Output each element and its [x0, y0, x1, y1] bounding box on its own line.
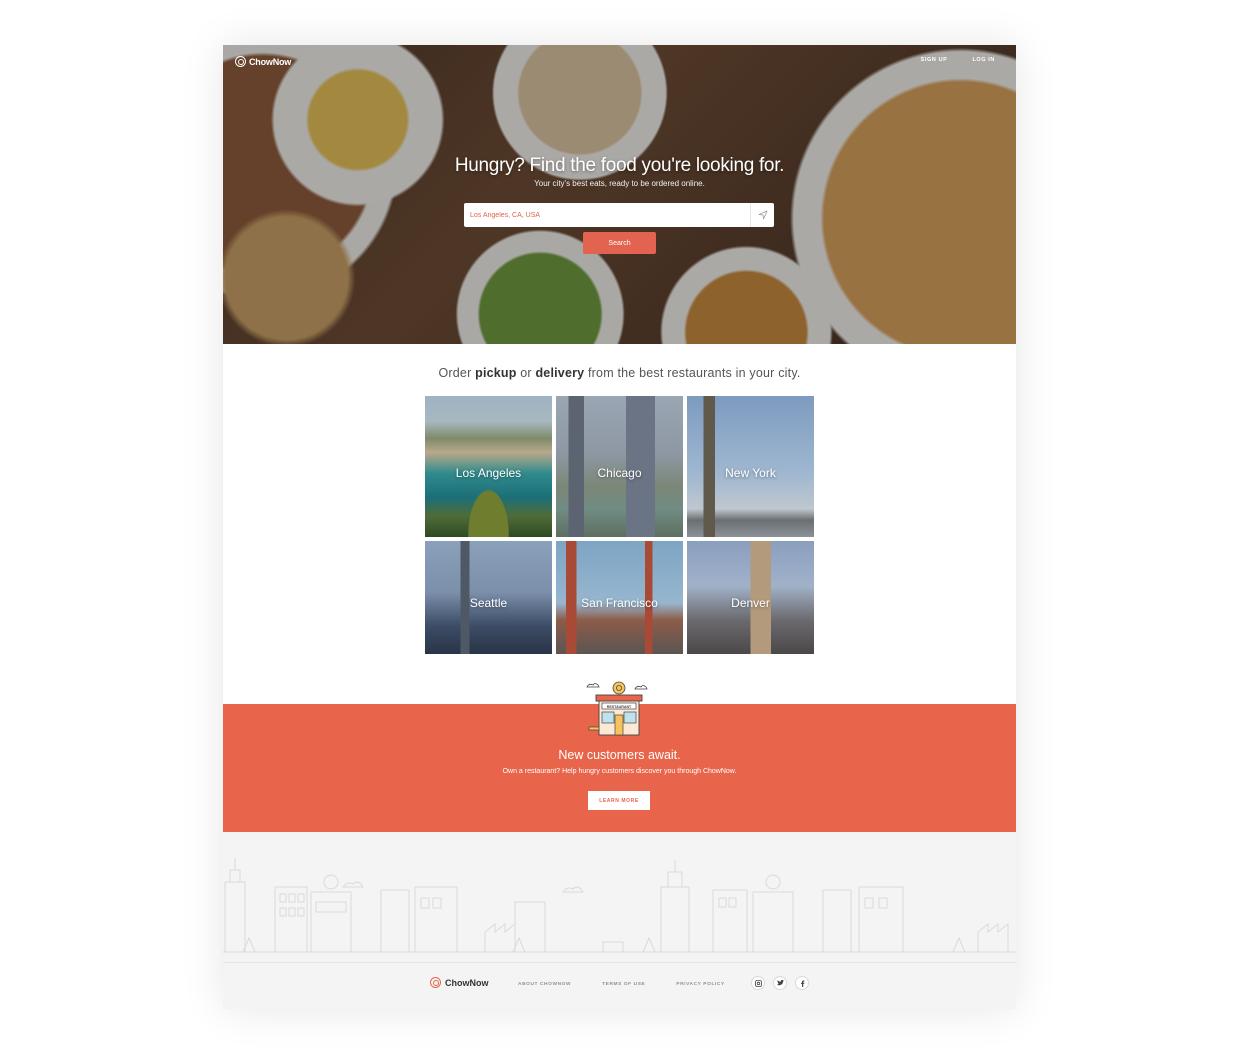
footer-links: ABOUT CHOWNOW TERMS OF USE PRIVACY POLIC… — [518, 982, 725, 987]
tagline: Order pickup or delivery from the best r… — [223, 366, 1016, 380]
page-frame: ChowNow SIGN UP LOG IN Hungry? Find the … — [223, 45, 1016, 1009]
hero-title: Hungry? Find the food you're looking for… — [454, 155, 785, 176]
footer: ChowNow ABOUT CHOWNOW TERMS OF USE PRIVA… — [223, 962, 1016, 1009]
twitter-icon[interactable] — [773, 976, 787, 990]
city-skyline-illustration — [223, 832, 1016, 962]
city-tile-seattle[interactable]: Seattle — [425, 541, 552, 654]
signup-link[interactable]: SIGN UP — [921, 57, 948, 63]
footer-brand-name: ChowNow — [445, 977, 489, 988]
tagline-prefix: Order — [438, 366, 476, 380]
city-label: Seattle — [469, 596, 508, 610]
location-search-box — [464, 203, 774, 227]
footer-logo[interactable]: ChowNow — [430, 977, 489, 988]
city-label: New York — [725, 466, 776, 480]
chownow-logo-icon — [430, 977, 441, 988]
city-tile-chicago[interactable]: Chicago — [556, 396, 683, 537]
top-nav: SIGN UP LOG IN — [921, 57, 995, 63]
chownow-logo-icon — [235, 56, 246, 67]
restaurant-icon: RESTAURANT — [586, 681, 648, 736]
facebook-icon[interactable] — [795, 976, 809, 990]
city-label: Chicago — [597, 466, 642, 480]
city-label: Denver — [731, 596, 770, 610]
footer-link-privacy[interactable]: PRIVACY POLICY — [676, 982, 724, 987]
city-label: Los Angeles — [455, 466, 522, 480]
city-tile-new-york[interactable]: New York — [687, 396, 814, 537]
location-input[interactable] — [464, 203, 750, 227]
footer-link-about[interactable]: ABOUT CHOWNOW — [518, 982, 571, 987]
brand-name: ChowNow — [249, 56, 292, 67]
footer-link-terms[interactable]: TERMS OF USE — [602, 982, 645, 987]
hero-subtitle: Your city's best eats, ready to be order… — [534, 179, 705, 188]
banner-subtitle: Own a restaurant? Help hungry customers … — [502, 768, 737, 775]
social-links — [751, 976, 809, 990]
login-link[interactable]: LOG IN — [972, 57, 995, 63]
restaurant-sign-text: RESTAURANT — [607, 705, 632, 709]
city-label: San Francisco — [581, 596, 658, 610]
city-tile-los-angeles[interactable]: Los Angeles — [425, 396, 552, 537]
tagline-pickup: pickup — [475, 366, 517, 380]
learn-more-button[interactable]: LEARN MORE — [588, 791, 650, 810]
search-button[interactable]: Search — [583, 232, 656, 254]
tagline-or: or — [516, 366, 536, 380]
city-tile-denver[interactable]: Denver — [687, 541, 814, 654]
banner-title: New customers await. — [558, 748, 681, 762]
hero-section: ChowNow SIGN UP LOG IN Hungry? Find the … — [223, 45, 1016, 344]
city-tile-san-francisco[interactable]: San Francisco — [556, 541, 683, 654]
instagram-icon[interactable] — [751, 976, 765, 990]
brand-logo[interactable]: ChowNow — [235, 56, 291, 67]
tagline-delivery: delivery — [535, 366, 585, 380]
tagline-suffix: from the best restaurants in your city. — [584, 366, 801, 380]
locate-icon[interactable] — [750, 203, 774, 227]
